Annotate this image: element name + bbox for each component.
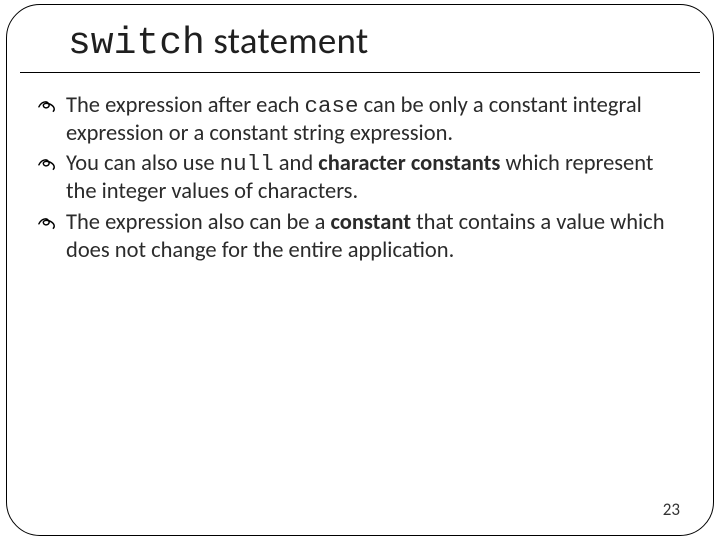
text: The expression after each <box>66 92 305 119</box>
slide-title: switch statement <box>68 18 368 65</box>
text: and <box>274 150 319 177</box>
page-number: 23 <box>663 499 680 520</box>
list-item: The expression also can be a constant th… <box>36 209 680 265</box>
list-item: You can also use null and character cons… <box>36 150 680 206</box>
bold-text: constant <box>330 209 411 236</box>
text: You can also use <box>66 150 220 177</box>
slide-frame <box>6 4 714 536</box>
bullet-list: The expression after each case can be on… <box>36 92 680 265</box>
text: The expression also can be a <box>66 209 330 236</box>
code-text: null <box>220 151 274 177</box>
title-code: switch <box>68 22 205 65</box>
title-underline <box>20 72 700 73</box>
slide: switch statement The expression after ea… <box>0 0 720 540</box>
bold-text: character constants <box>318 150 500 177</box>
code-text: case <box>305 93 359 119</box>
slide-body: The expression after each case can be on… <box>36 92 680 267</box>
title-rest: statement <box>205 18 369 63</box>
list-item: The expression after each case can be on… <box>36 92 680 148</box>
